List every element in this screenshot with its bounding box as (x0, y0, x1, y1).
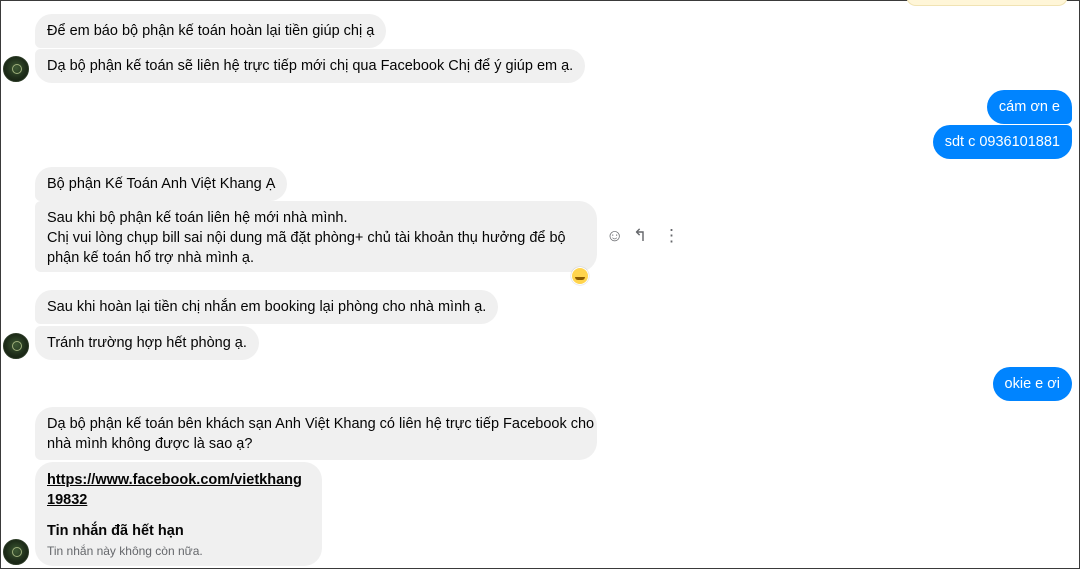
outgoing-message-bubble[interactable]: cám ơn e (986, 90, 1072, 124)
message-line: Chị vui lòng chụp bill sai nội dung mã đ… (47, 230, 566, 246)
expired-message-subtitle: Tin nhắn này không còn nữa. (47, 544, 203, 558)
contact-avatar[interactable] (3, 539, 29, 565)
expired-message-title: Tin nhắn đã hết hạn (47, 523, 184, 539)
previous-message-edge (906, 0, 1068, 6)
incoming-message-bubble[interactable]: Sau khi hoàn lại tiền chị nhắn em bookin… (35, 290, 499, 324)
outgoing-message-bubble[interactable]: sdt c 0936101881 (932, 125, 1072, 159)
expired-link-card[interactable]: https://www.facebook.com/vietkhang19832 … (35, 462, 322, 566)
incoming-message-bubble[interactable]: Bộ phận Kế Toán Anh Việt Khang Ạ (35, 167, 288, 201)
message-line: phận kế toán hổ trợ nhà mình ạ. (47, 250, 255, 266)
message-line: Sau khi bộ phận kế toán liên hệ mới nhà … (47, 210, 348, 226)
incoming-message-bubble[interactable]: Để em báo bộ phận kế toán hoàn lại tiền … (35, 14, 387, 48)
reply-icon[interactable]: ↰ (633, 226, 647, 246)
incoming-message-bubble-multiline[interactable]: Sau khi bộ phận kế toán liên hệ mới nhà … (35, 201, 597, 272)
smiley-icon[interactable]: ☺ (606, 226, 623, 246)
chat-window: Để em báo bộ phận kế toán hoàn lại tiền … (0, 0, 1080, 569)
facebook-link[interactable]: https://www.facebook.com/vietkhang19832 (47, 470, 309, 510)
contact-avatar[interactable] (3, 56, 29, 82)
message-line: Dạ bộ phận kế toán bên khách sạn Anh Việ… (47, 416, 595, 432)
contact-avatar[interactable] (3, 333, 29, 359)
incoming-message-bubble[interactable]: Dạ bộ phận kế toán sẽ liên hệ trực tiếp … (35, 49, 586, 83)
message-line: nhà mình không được là sao ạ? (47, 436, 253, 452)
incoming-message-bubble-multiline[interactable]: Dạ bộ phận kế toán bên khách sạn Anh Việ… (35, 407, 597, 460)
more-vertical-icon[interactable]: ⋮ (663, 226, 680, 246)
reaction-emoji-icon[interactable] (571, 267, 589, 285)
incoming-message-bubble[interactable]: Tránh trường hợp hết phòng ạ. (35, 326, 259, 360)
outgoing-message-bubble[interactable]: okie e ơi (992, 367, 1072, 401)
